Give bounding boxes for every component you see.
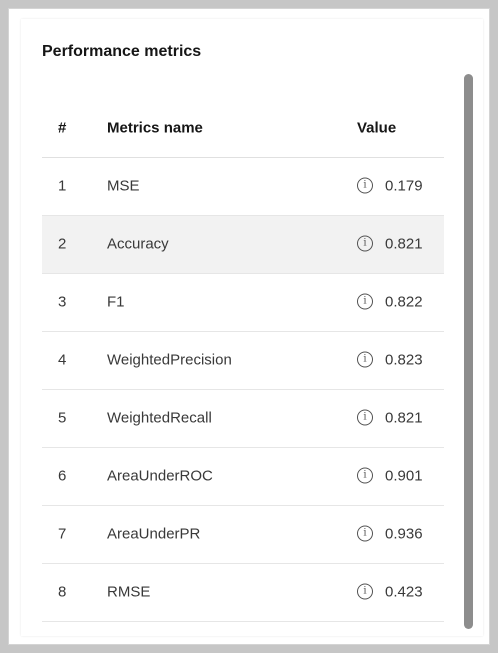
metric-name: AreaUnderPR: [107, 525, 201, 542]
info-icon[interactable]: i: [357, 409, 373, 426]
metric-value: 0.901: [385, 467, 423, 484]
metric-value: 0.822: [385, 293, 423, 310]
info-icon[interactable]: i: [357, 467, 373, 484]
header-value[interactable]: Value: [357, 120, 396, 137]
header-metrics-name[interactable]: Metrics name: [107, 120, 203, 137]
outer-panel: Performance metrics # Metrics name Value…: [8, 8, 490, 645]
metric-value: 0.823: [385, 351, 423, 368]
metric-name: WeightedPrecision: [107, 351, 232, 368]
metric-value: 0.936: [385, 525, 423, 542]
card-title: Performance metrics: [42, 43, 202, 60]
metric-value: 0.821: [385, 409, 423, 426]
row-number: 4: [58, 351, 67, 368]
metric-value-cell: i 0.936: [357, 525, 423, 542]
row-number: 2: [58, 235, 67, 252]
info-icon[interactable]: i: [357, 177, 373, 194]
table-row[interactable]: 7 AreaUnderPR i 0.936: [42, 506, 444, 564]
metric-value-cell: i 0.823: [357, 351, 423, 368]
row-number: 6: [58, 467, 67, 484]
metric-value: 0.821: [385, 235, 423, 252]
info-icon[interactable]: i: [357, 293, 373, 310]
metrics-table: # Metrics name Value 1 MSE i 0.179 2 Accuracy…: [42, 99, 444, 622]
table-row[interactable]: 3 F1 i 0.822: [42, 274, 444, 332]
row-number: 1: [58, 177, 67, 194]
info-icon[interactable]: i: [357, 525, 373, 542]
performance-metrics-card: Performance metrics # Metrics name Value…: [21, 19, 483, 636]
header-number: #: [58, 119, 67, 137]
metric-value-cell: i 0.821: [357, 409, 423, 426]
info-icon[interactable]: i: [357, 583, 373, 600]
metric-name: AreaUnderROC: [107, 467, 213, 484]
metric-value-cell: i 0.423: [357, 583, 423, 600]
metric-name: Accuracy: [107, 235, 169, 252]
table-row[interactable]: 5 WeightedRecall i 0.821: [42, 390, 444, 448]
table-body: 1 MSE i 0.179 2 Accuracy i 0.821 3 F1 i 0.822 4 Weigh…: [42, 158, 444, 622]
info-icon[interactable]: i: [357, 235, 373, 252]
metric-value-cell: i 0.179: [357, 177, 423, 194]
vertical-scrollbar[interactable]: [464, 74, 473, 629]
row-number: 7: [58, 525, 67, 542]
row-number: 3: [58, 293, 67, 310]
metric-name: F1: [107, 293, 125, 310]
info-icon[interactable]: i: [357, 351, 373, 368]
table-row[interactable]: 6 AreaUnderROC i 0.901: [42, 448, 444, 506]
row-number: 8: [58, 583, 67, 600]
table-row[interactable]: 2 Accuracy i 0.821: [42, 216, 444, 274]
table-row[interactable]: 1 MSE i 0.179: [42, 158, 444, 216]
row-number: 5: [58, 409, 67, 426]
metric-value-cell: i 0.901: [357, 467, 423, 484]
metric-name: WeightedRecall: [107, 409, 212, 426]
table-row[interactable]: 4 WeightedPrecision i 0.823: [42, 332, 444, 390]
metric-name: MSE: [107, 177, 140, 194]
metric-value-cell: i 0.821: [357, 235, 423, 252]
table-row[interactable]: 8 RMSE i 0.423: [42, 564, 444, 622]
metric-value: 0.179: [385, 177, 423, 194]
metric-name: RMSE: [107, 583, 151, 600]
metric-value: 0.423: [385, 583, 423, 600]
metric-value-cell: i 0.822: [357, 293, 423, 310]
table-header-row: # Metrics name Value: [42, 99, 444, 158]
